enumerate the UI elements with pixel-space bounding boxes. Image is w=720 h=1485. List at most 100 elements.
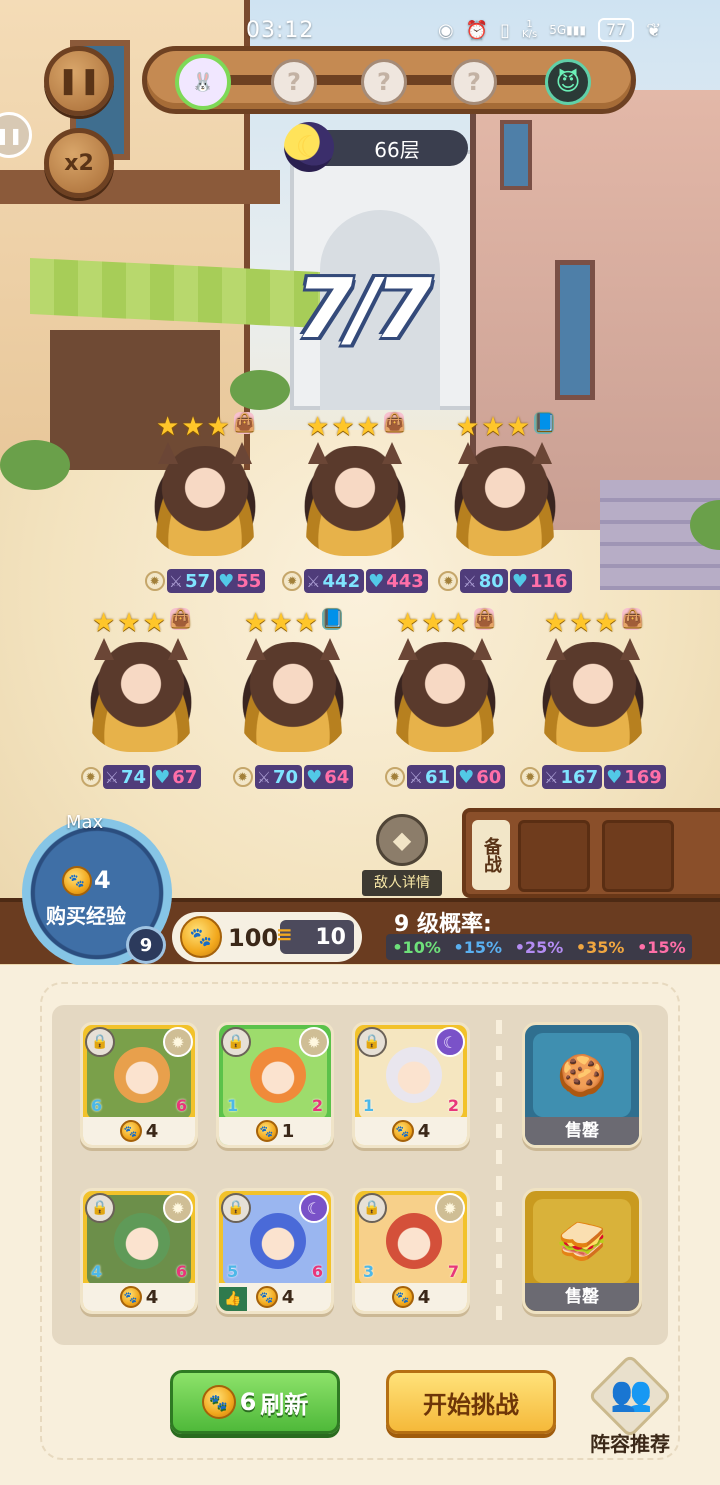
floor-label: 66层	[374, 137, 420, 162]
star-icon: ★	[294, 608, 318, 638]
attack-value: 70	[273, 766, 299, 788]
enemy-unit[interactable]: ★ ★ ★ 📘 ✹ ⚔ 80 ♥ 116	[430, 412, 580, 612]
star-icon: ★	[421, 608, 445, 638]
hero-card[interactable]: 🔒 ✹ 6 6 🐾 4	[80, 1022, 198, 1148]
enemy-unit[interactable]: ★ ★ ★ 👜 ✹ ⚔ 442 ♥ 443	[280, 412, 430, 612]
health-stat: ♥ 67	[152, 765, 202, 789]
heart-icon: ♥	[306, 766, 323, 788]
lock-icon[interactable]: 🔒	[357, 1193, 387, 1223]
refresh-label: 刷新	[260, 1390, 309, 1419]
hero-card[interactable]: 🔒 ✹ 4 6 🐾 4	[80, 1188, 198, 1314]
star-rating: ★ ★ ★ 👜	[280, 412, 430, 442]
sword-icon: ⚔	[256, 767, 272, 787]
recommend-thumb-icon: 👍	[219, 1287, 247, 1311]
enemy-detail-icon: ◆	[376, 814, 428, 866]
attack-stat: ⚔ 57	[166, 569, 215, 593]
attack-stat: ⚔ 442	[304, 569, 365, 593]
wave-counter: 7/7	[296, 262, 432, 357]
lock-icon[interactable]: 🔒	[357, 1027, 387, 1057]
hero-cost: 🐾 4	[355, 1283, 467, 1311]
book-icon: 📘	[321, 608, 344, 630]
speed-x2-button[interactable]: x2	[44, 128, 114, 198]
enemy-unit[interactable]: ★ ★ ★ 👜 ✹ ⚔ 74 ♥ 67	[66, 608, 216, 808]
health-value: 60	[476, 766, 502, 788]
refresh-cost: 6	[239, 1388, 257, 1416]
sword-icon: ⚔	[168, 571, 184, 591]
cat-ear-right	[232, 442, 252, 464]
enemy-unit[interactable]: ★ ★ ★ 👜 ✹ ⚔ 167 ♥ 169	[518, 608, 668, 808]
hero-card[interactable]: 🔒 ✹ 1 2 🐾 1	[216, 1022, 334, 1148]
star-icon: ★	[544, 608, 568, 638]
sun-class-icon: ✹	[232, 767, 253, 787]
night-moon-icon: ☾	[284, 122, 334, 172]
signal-label: 5G	[549, 23, 567, 37]
star-rating: ★ ★ ★ 📘	[218, 608, 368, 638]
heart-icon: ♥	[154, 766, 171, 788]
cat-ear-right	[472, 638, 492, 660]
bag-icon: 👜	[169, 608, 192, 630]
hero-cost: 🐾 4	[83, 1117, 195, 1145]
bag-icon: 👜	[621, 608, 644, 630]
unknown-stage-node: ?	[451, 59, 497, 105]
status-bar: 03:12 ◉ ⏰ ▯ 1 K/s 5G▮▮▮ 77 ❦	[0, 14, 720, 50]
sun-class-icon: ✹	[438, 571, 459, 591]
attack-value: 61	[425, 766, 451, 788]
hero-cost: 🐾 1	[219, 1117, 331, 1145]
enemy-detail-button[interactable]: ◆ 敌人详情	[362, 814, 442, 896]
hero-attack: 1	[227, 1096, 239, 1115]
shop-divider	[496, 1020, 502, 1320]
probability-rate: •25%	[514, 937, 564, 957]
sun-class-icon: ✹	[299, 1027, 329, 1057]
speed-x2-icon: x2	[64, 150, 94, 176]
heart-icon: ♥	[606, 766, 623, 788]
enemy-unit[interactable]: ★ ★ ★ 👜 ✹ ⚔ 57 ♥ 55	[130, 412, 280, 612]
enemy-stats: ✹ ⚔ 74 ♥ 67	[66, 764, 216, 790]
cat-ear-left	[158, 442, 178, 464]
hero-cost: 🐾 4	[355, 1117, 467, 1145]
health-stat: ♥ 60	[456, 765, 506, 789]
bench-slot[interactable]	[518, 820, 590, 892]
lock-icon[interactable]: 🔒	[221, 1193, 251, 1223]
enemy-unit[interactable]: ★ ★ ★ 📘 ✹ ⚔ 70 ♥ 64	[218, 608, 368, 808]
sun-class-icon: ✹	[163, 1193, 193, 1223]
star-icon: ★	[269, 608, 293, 638]
hero-card[interactable]: 🔒 ☾ 5 6 🐾 4 👍	[216, 1188, 334, 1314]
cookie-icon: 🍪	[533, 1033, 631, 1117]
coin-icon: 🐾	[119, 1120, 142, 1142]
health-stat: ♥ 116	[509, 569, 572, 593]
gold-income: 10	[315, 924, 346, 950]
star-icon: ★	[594, 608, 618, 638]
star-icon: ★	[244, 608, 268, 638]
signal-icon: 5G▮▮▮	[549, 23, 586, 37]
lock-icon[interactable]: 🔒	[221, 1027, 251, 1057]
sword-icon: ⚔	[104, 767, 120, 787]
star-rating: ★ ★ ★ 👜	[66, 608, 216, 638]
hero-portrait	[114, 1047, 170, 1103]
star-rating: ★ ★ ★ 👜	[518, 608, 668, 638]
buy-experience-label[interactable]: 购买经验	[46, 900, 126, 929]
health-value: 64	[324, 766, 350, 788]
pause-button[interactable]: ❚❚	[44, 46, 114, 116]
hero-card[interactable]: 🔒 ✹ 3 7 🐾 4	[352, 1188, 470, 1314]
stage-progress-bar: 🐰??? 😈	[142, 46, 636, 114]
hero-cost-value: 4	[145, 1286, 159, 1308]
lock-icon[interactable]: 🔒	[85, 1193, 115, 1223]
enemy-unit[interactable]: ★ ★ ★ 👜 ✹ ⚔ 61 ♥ 60	[370, 608, 520, 808]
hero-portrait	[386, 1047, 442, 1103]
status-time: 03:12	[246, 18, 315, 43]
shop-item-card[interactable]: 🍪 售罄	[522, 1022, 642, 1148]
start-challenge-button[interactable]: 开始挑战	[386, 1370, 556, 1434]
star-icon: ★	[569, 608, 593, 638]
unknown-stage-node: ?	[271, 59, 317, 105]
pause-icon: ❚❚	[57, 66, 101, 96]
lineup-icon: 👥	[610, 1374, 653, 1414]
shop-item-card[interactable]: 🥪 售罄	[522, 1188, 642, 1314]
lock-icon[interactable]: 🔒	[85, 1027, 115, 1057]
bench-slot[interactable]	[602, 820, 674, 892]
cat-ear-right	[620, 638, 640, 660]
lineup-recommend-button[interactable]: 👥 阵容推荐	[580, 1353, 680, 1456]
bush	[0, 440, 70, 490]
gold-amount: 100	[228, 924, 279, 952]
refresh-button[interactable]: 🐾 6 刷新	[170, 1370, 340, 1434]
hero-card[interactable]: 🔒 ☾ 1 2 🐾 4	[352, 1022, 470, 1148]
